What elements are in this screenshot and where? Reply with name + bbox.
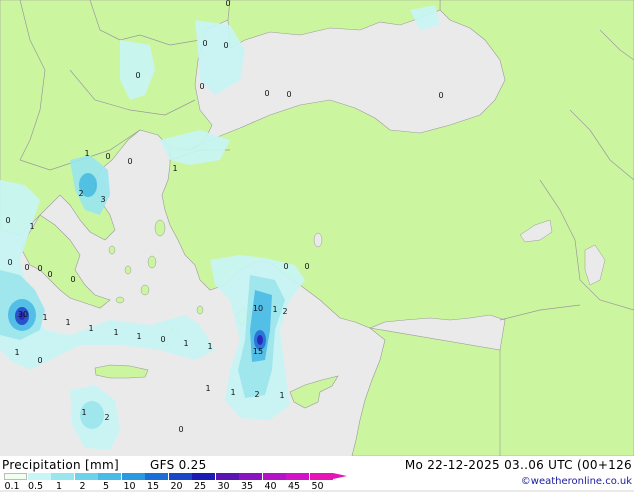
precip-value-label: 0 xyxy=(283,262,288,271)
precip-value-label: 0 xyxy=(225,0,230,8)
legend-tick-label: 40 xyxy=(264,481,277,492)
precip-value-label: 1 xyxy=(88,324,93,333)
legend-swatch xyxy=(168,473,192,480)
precip-value-label: 1 xyxy=(230,388,235,397)
precip-value-label: 0 xyxy=(24,263,29,272)
precip-value-label: 0 xyxy=(47,270,52,279)
precip-value-label: 2 xyxy=(78,189,83,198)
legend-tick-label: 30 xyxy=(217,481,230,492)
precip-value-label: 0 xyxy=(264,89,269,98)
legend-tick-label: 5 xyxy=(102,481,110,492)
precip-value-label: 0 xyxy=(135,71,140,80)
precip-value-label: 0 xyxy=(37,356,42,365)
color-legend xyxy=(4,473,347,481)
precip-value-label: 1 xyxy=(84,149,89,158)
legend-swatch xyxy=(192,473,215,480)
precip-value-label: 10 xyxy=(253,304,263,313)
precip-value-label: 1 xyxy=(136,332,141,341)
map-canvas: 00 0000 0 01 00123010 0000 0030 111 1 110121010 11… xyxy=(0,0,634,456)
precip-value-label: 1 xyxy=(81,408,86,417)
precip-value-label: 0 xyxy=(178,425,183,434)
legend-swatch xyxy=(51,473,74,480)
precip-value-label: 0 xyxy=(37,264,42,273)
precip-value-label: 1 xyxy=(279,391,284,400)
precip-value-label: 1 xyxy=(207,342,212,351)
legend-tick-label: 0.5 xyxy=(27,481,44,492)
legend-tick-label: 10 xyxy=(123,481,136,492)
precip-value-label: 0 xyxy=(223,41,228,50)
legend-swatch xyxy=(121,473,145,480)
precip-value-label: 0 xyxy=(105,152,110,161)
legend-arrow-icon xyxy=(333,473,347,479)
legend-swatch xyxy=(98,473,121,480)
precip-value-label: 1 xyxy=(183,339,188,348)
forecast-datetime: Mo 22-12-2025 03..06 UTC (00+126 xyxy=(404,458,632,472)
precip-value-label: 1 xyxy=(172,164,177,173)
precip-value-label: 2 xyxy=(104,413,109,422)
precip-value-label: 0 xyxy=(7,258,12,267)
legend-swatch xyxy=(215,473,239,480)
legend-tick-label: 0.1 xyxy=(4,481,20,492)
precip-value-label: 0 xyxy=(127,157,132,166)
precip-value-label: 0 xyxy=(438,91,443,100)
precip-value-label: 1 xyxy=(113,328,118,337)
precip-value-label: 1 xyxy=(42,313,47,322)
legend-tick-label: 15 xyxy=(146,481,160,492)
legend-tick-label: 2 xyxy=(79,481,86,492)
legend-swatch xyxy=(262,473,286,480)
precip-value-label: 2 xyxy=(282,307,287,316)
precip-value-label: 1 xyxy=(14,348,19,357)
legend-tick-label: 1 xyxy=(55,481,63,492)
precip-value-label: 0 xyxy=(304,262,309,271)
legend-swatch xyxy=(145,473,168,480)
legend-swatch xyxy=(309,473,333,480)
precip-value-label: 3 xyxy=(100,195,105,204)
precip-value-label: 0 xyxy=(199,82,204,91)
legend-tick-label: 45 xyxy=(287,481,301,492)
legend-swatch xyxy=(286,473,309,480)
legend-swatch xyxy=(74,473,98,480)
precip-value-label: 1 xyxy=(65,318,70,327)
precip-value-label: 1 xyxy=(205,384,210,393)
legend-tick-label: 25 xyxy=(193,481,207,492)
precip-value-label: 2 xyxy=(254,390,259,399)
credit-link[interactable]: ©weatheronline.co.uk xyxy=(521,476,632,487)
precip-value-label: 0 xyxy=(5,216,10,225)
legend-swatch xyxy=(4,473,27,480)
precip-value-label: 1 xyxy=(29,222,34,231)
legend-tick-label: 20 xyxy=(170,481,183,492)
precip-value-label: 1 xyxy=(272,305,277,314)
precipitation-map: 0 0 0 0 0 0 0 0 1 0 0 1 2 3 0 1 0 0 0 0 0 0 0 30 1 1 1 1 1 1 0 1 2 1 0 10 1 1… xyxy=(0,0,634,456)
legend-swatch xyxy=(27,473,51,480)
model-label: GFS 0.25 xyxy=(150,458,207,472)
legend-swatch xyxy=(239,473,262,480)
precip-value-label: 0 xyxy=(286,90,291,99)
precip-value-label: 30 xyxy=(18,310,28,319)
precip-value-label: 15 xyxy=(253,347,263,356)
precip-value-label: 0 xyxy=(70,275,75,284)
chart-title: Precipitation [mm] xyxy=(2,458,119,472)
precip-value-label: 0 xyxy=(202,39,207,48)
precip-value-label: 0 xyxy=(160,335,165,344)
legend-tick-label: 50 xyxy=(311,481,324,492)
legend-tick-label: 35 xyxy=(240,481,254,492)
